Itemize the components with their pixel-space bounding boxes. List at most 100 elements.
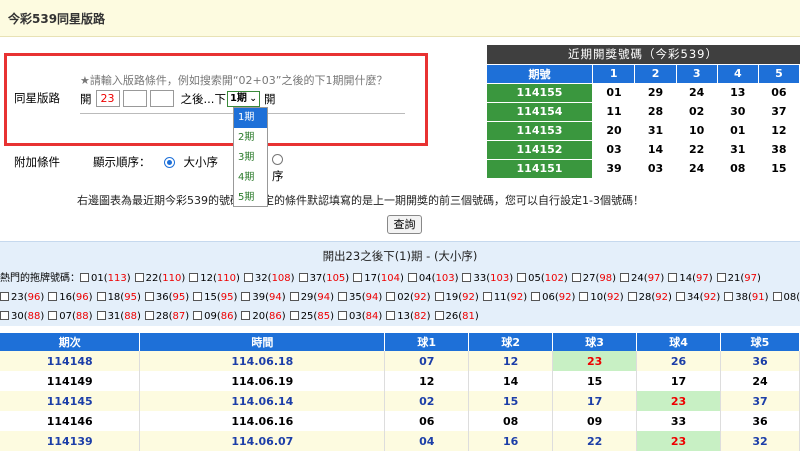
period-option[interactable]: 5期 [234, 188, 267, 208]
checkbox[interactable] [620, 273, 629, 282]
checkbox[interactable] [97, 311, 106, 320]
checkbox[interactable] [668, 273, 677, 282]
hot-item[interactable]: 05(102) [517, 269, 568, 288]
query-button[interactable]: 查詢 [387, 215, 422, 234]
checkbox[interactable] [299, 273, 308, 282]
checkbox[interactable] [48, 292, 57, 301]
hot-count: 92 [414, 292, 427, 303]
checkbox[interactable] [0, 311, 9, 320]
hot-item[interactable]: 25(85) [290, 307, 334, 326]
checkbox[interactable] [408, 273, 417, 282]
hot-item[interactable]: 07(88) [48, 307, 92, 326]
checkbox[interactable] [145, 311, 154, 320]
hot-item[interactable]: 08(91) [773, 288, 800, 307]
number-input-2[interactable] [123, 90, 147, 107]
hot-count: 96 [76, 292, 89, 303]
hot-number: 09 [204, 311, 217, 322]
hot-item[interactable]: 28(92) [628, 288, 672, 307]
checkbox[interactable] [193, 311, 202, 320]
checkbox[interactable] [135, 273, 144, 282]
hot-item[interactable]: 02(92) [386, 288, 430, 307]
hot-item[interactable]: 24(97) [620, 269, 664, 288]
order-radio-2[interactable] [272, 154, 283, 165]
hot-item[interactable]: 28(87) [145, 307, 189, 326]
hot-item[interactable]: 19(92) [435, 288, 479, 307]
hot-item[interactable]: 27(98) [572, 269, 616, 288]
hot-item[interactable]: 06(92) [531, 288, 575, 307]
checkbox[interactable] [353, 273, 362, 282]
checkbox[interactable] [80, 273, 89, 282]
hot-item[interactable]: 38(91) [724, 288, 768, 307]
hot-item[interactable]: 09(86) [193, 307, 237, 326]
period-option[interactable]: 3期 [234, 148, 267, 168]
checkbox[interactable] [48, 311, 57, 320]
checkbox[interactable] [724, 292, 733, 301]
checkbox[interactable] [290, 292, 299, 301]
hot-item[interactable]: 23(96) [0, 288, 44, 307]
checkbox[interactable] [244, 273, 253, 282]
hot-item[interactable]: 13(82) [386, 307, 430, 326]
hot-item[interactable]: 31(88) [97, 307, 141, 326]
checkbox[interactable] [386, 311, 395, 320]
hot-item[interactable]: 10(92) [579, 288, 623, 307]
checkbox[interactable] [189, 273, 198, 282]
history-ball: 12 [385, 371, 469, 391]
hot-item[interactable]: 39(94) [241, 288, 285, 307]
hot-item[interactable]: 18(95) [97, 288, 141, 307]
checkbox[interactable] [628, 292, 637, 301]
hot-item[interactable]: 11(92) [483, 288, 527, 307]
checkbox[interactable] [717, 273, 726, 282]
checkbox[interactable] [462, 273, 471, 282]
checkbox[interactable] [435, 311, 444, 320]
hot-item[interactable]: 15(95) [193, 288, 237, 307]
checkbox[interactable] [579, 292, 588, 301]
period-option[interactable]: 4期 [234, 168, 267, 188]
hot-item[interactable]: 29(94) [290, 288, 334, 307]
period-option[interactable]: 1期 [234, 108, 267, 128]
hot-number: 01 [91, 273, 104, 284]
recent-number: 06 [758, 83, 799, 102]
hot-item[interactable]: 35(94) [338, 288, 382, 307]
checkbox[interactable] [483, 292, 492, 301]
hot-item[interactable]: 12(110) [189, 269, 240, 288]
hot-item[interactable]: 01(113) [80, 269, 131, 288]
period-select[interactable]: 1期 ⌄ [227, 91, 260, 107]
number-input-1[interactable]: 23 [96, 90, 120, 107]
hot-item[interactable]: 20(86) [241, 307, 285, 326]
hot-item[interactable]: 03(84) [338, 307, 382, 326]
period-option[interactable]: 2期 [234, 128, 267, 148]
checkbox[interactable] [338, 292, 347, 301]
checkbox[interactable] [531, 292, 540, 301]
hot-item[interactable]: 22(110) [135, 269, 186, 288]
hot-item[interactable]: 34(92) [676, 288, 720, 307]
checkbox[interactable] [241, 292, 250, 301]
checkbox[interactable] [676, 292, 685, 301]
checkbox[interactable] [290, 311, 299, 320]
hot-item[interactable]: 14(97) [668, 269, 712, 288]
checkbox[interactable] [97, 292, 106, 301]
checkbox[interactable] [572, 273, 581, 282]
checkbox[interactable] [435, 292, 444, 301]
checkbox[interactable] [145, 292, 154, 301]
number-input-3[interactable] [150, 90, 174, 107]
hot-item[interactable]: 36(95) [145, 288, 189, 307]
checkbox[interactable] [241, 311, 250, 320]
hot-line: 熱門的拖牌號碼：01(113)22(110)12(110)32(108)37(1… [0, 269, 800, 288]
hot-count: 88 [28, 311, 41, 322]
hot-item[interactable]: 21(97) [717, 269, 761, 288]
checkbox[interactable] [0, 292, 9, 301]
hot-item[interactable]: 17(104) [353, 269, 404, 288]
checkbox[interactable] [193, 292, 202, 301]
checkbox[interactable] [338, 311, 347, 320]
hot-item[interactable]: 16(96) [48, 288, 92, 307]
hot-item[interactable]: 33(103) [462, 269, 513, 288]
checkbox[interactable] [773, 292, 782, 301]
hot-item[interactable]: 37(105) [299, 269, 350, 288]
hot-item[interactable]: 04(103) [408, 269, 459, 288]
checkbox[interactable] [386, 292, 395, 301]
checkbox[interactable] [517, 273, 526, 282]
hot-item[interactable]: 30(88) [0, 307, 44, 326]
order-radio-asc[interactable] [164, 157, 175, 168]
hot-item[interactable]: 32(108) [244, 269, 295, 288]
hot-item[interactable]: 26(81) [435, 307, 479, 326]
